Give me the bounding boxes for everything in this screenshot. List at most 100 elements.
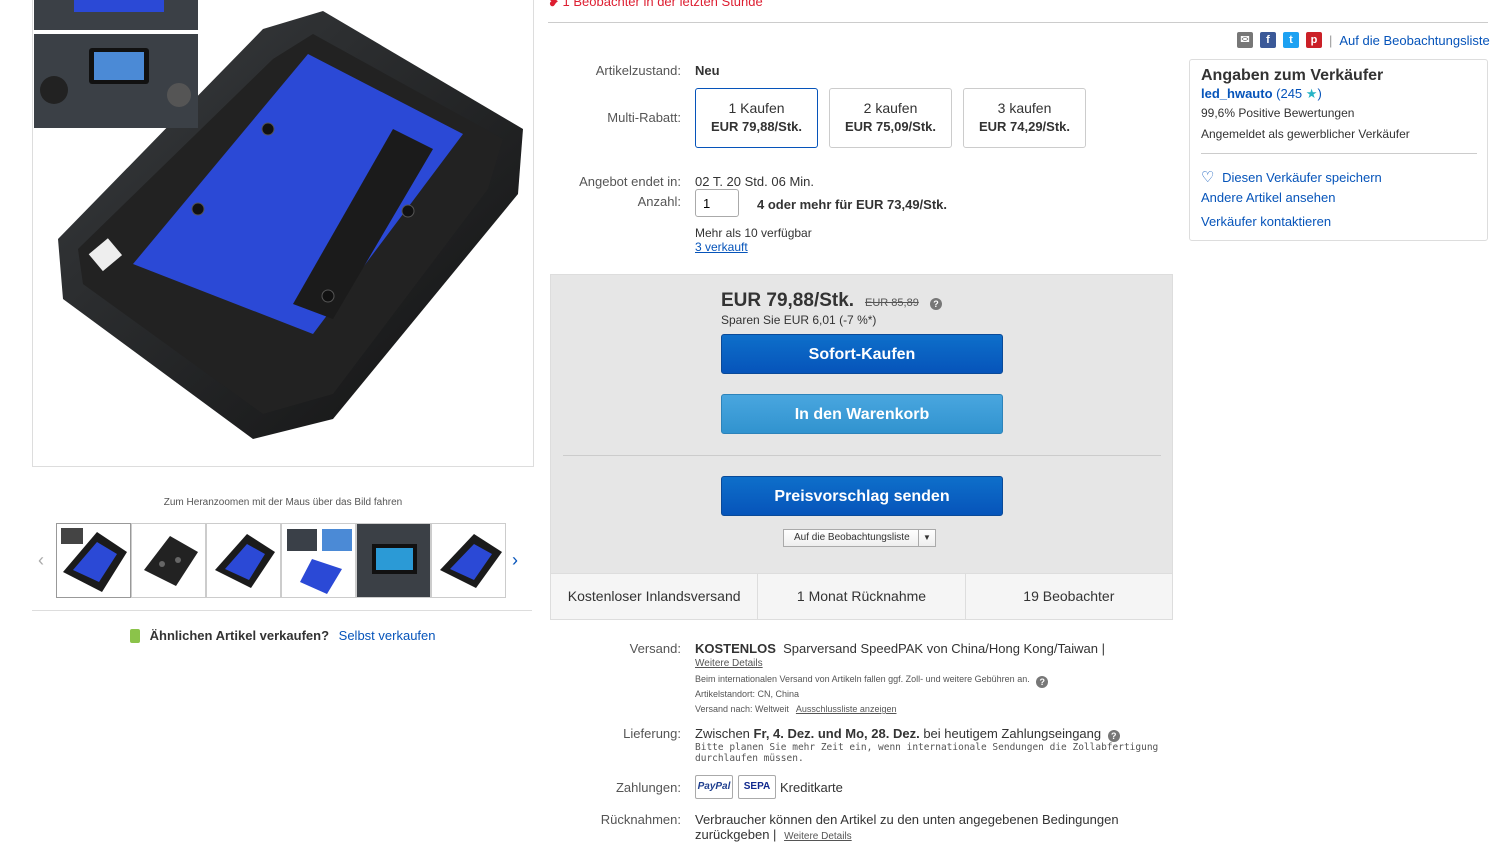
current-price: EUR 79,88/Stk. [721,290,855,311]
ships-to: Versand nach: Weltweit Ausschlussliste a… [695,704,896,714]
star-icon: ★ [1305,86,1318,101]
customs-note-line2: durchlaufen müssen. [695,753,804,764]
highlights-strip: Kostenloser Inlandsversand 1 Monat Rückn… [551,573,1172,619]
price-tag-icon [130,629,140,643]
seller-name-link[interactable]: led_hwauto [1201,86,1273,101]
contact-seller-link[interactable]: Verkäufer kontaktieren [1201,214,1331,229]
feedback-score-link[interactable]: (245 [1276,86,1302,101]
quantity-deal: 4 oder mehr für EUR 73,49/Stk. [757,197,948,212]
help-icon[interactable]: ? [1036,676,1049,688]
feedback-score-close: ) [1317,86,1322,101]
quantity-label: Anzahl: [637,194,681,209]
paypal-logo: PayPal [695,775,733,799]
thumbnail-5[interactable] [356,523,431,598]
option-qty: 2 kaufen [863,100,918,116]
save-seller-row[interactable]: ♡ Diesen Verkäufer speichern [1201,168,1382,186]
sell-similar-row: Ähnlichen Artikel verkaufen? Selbst verk… [130,628,436,643]
inset-preview-image [34,0,198,128]
condition-label: Artikelzustand: [595,63,681,78]
delivery-label: Lieferung: [623,726,681,741]
divider [563,455,1161,456]
zoom-hint: Zum Heranzoomen mit der Maus über das Bi… [163,497,403,508]
thumbnail-2[interactable] [131,523,206,598]
intl-fees-note: Beim internationalen Versand von Artikel… [695,674,1049,688]
credit-card-text: Kreditkarte [780,780,843,795]
option-qty: 3 kaufen [997,100,1052,116]
twitter-icon[interactable]: t [1283,32,1299,48]
divider [32,610,532,611]
shipping-method: Sparversand SpeedPAK von China/Hong Kong… [783,641,1105,656]
intl-fees-text: Beim internationalen Versand von Artikel… [695,674,1030,684]
thumbnails-prev-arrow[interactable]: ‹ [38,550,44,571]
add-to-watchlist-link[interactable]: Auf die Beobachtungsliste [1339,33,1489,48]
ships-to-text: Versand nach: Weltweit [695,704,789,714]
ends-label: Angebot endet in: [579,174,681,189]
help-icon[interactable]: ? [930,298,942,310]
divider [548,22,1488,23]
watchers-highlight: 19 Beobachter [1023,588,1115,604]
delivery-dates: Fr, 4. Dez. und Mo, 28. Dez. [753,726,920,741]
multi-discount-label: Multi-Rabatt: [607,110,681,125]
item-location: Artikelstandort: CN, China [695,689,800,699]
original-price: EUR 85,89 [865,297,919,309]
heart-icon: ♡ [1201,169,1215,186]
savings-text: Sparen Sie EUR 6,01 (-7 %*) [721,313,877,327]
chevron-down-icon[interactable]: ▼ [918,530,935,546]
exclusion-list-link[interactable]: Ausschlussliste anzeigen [796,704,897,714]
save-seller-link[interactable]: Diesen Verkäufer speichern [1222,170,1382,185]
fire-icon: ❥ [548,0,559,9]
multi-discount-option-3[interactable]: 3 kaufen EUR 74,29/Stk. [963,88,1086,148]
returns-line2: zurückgeben | Weitere Details [695,827,852,842]
condition-value: Neu [695,63,720,78]
buy-now-button[interactable]: Sofort-Kaufen [721,334,1003,374]
seller-name-row: led_hwauto (245 ★) [1201,86,1322,102]
divider [1201,153,1477,154]
make-offer-button[interactable]: Preisvorschlag senden [721,476,1003,516]
thumbnail-4[interactable] [281,523,356,598]
multi-discount-option-2[interactable]: 2 kaufen EUR 75,09/Stk. [829,88,952,148]
option-qty: 1 Kaufen [728,100,785,116]
shipping-label: Versand: [629,641,681,656]
thumbnails-next-arrow[interactable]: › [512,550,518,571]
free-shipping-highlight: Kostenloser Inlandsversand [551,574,759,619]
sell-question: Ähnlichen Artikel verkaufen? [149,628,330,643]
business-seller-note: Angemeldet als gewerblicher Verkäufer [1201,127,1410,141]
delivery-prefix: Zwischen [695,726,750,741]
add-to-watchlist-dropdown[interactable]: Auf die Beobachtungsliste ▼ [783,529,936,547]
shipping-details-link[interactable]: Weitere Details [695,658,763,669]
thumbnail-6[interactable] [431,523,506,598]
option-price: EUR 74,29/Stk. [978,119,1071,134]
thumbnail-1[interactable] [56,523,131,598]
multi-discount-option-1[interactable]: 1 Kaufen EUR 79,88/Stk. [695,88,818,148]
quantity-input[interactable] [695,189,739,217]
watchers-text: 1 Beobachter in der letzten Stunde [562,0,763,9]
email-icon[interactable]: ✉ [1237,32,1253,48]
share-row: ✉ f t p | Auf die Beobachtungsliste [1237,32,1490,48]
watchlist-label: Auf die Beobachtungsliste [794,532,910,543]
facebook-icon[interactable]: f [1260,32,1276,48]
payments-label: Zahlungen: [615,780,681,795]
ends-value: 02 T. 20 Std. 06 Min. [695,174,814,189]
option-price: EUR 79,88/Stk. [710,119,803,134]
seller-panel-title: Angaben zum Verkäufer [1201,67,1384,84]
pinterest-icon[interactable]: p [1306,32,1322,48]
sold-count-link[interactable]: 3 verkauft [695,240,748,254]
sell-yourself-link[interactable]: Selbst verkaufen [339,628,436,643]
seller-other-items-link[interactable]: Andere Artikel ansehen [1201,190,1335,205]
returns-line1: Verbraucher können den Artikel zu den un… [695,812,1119,827]
returns-label: Rücknahmen: [600,812,681,827]
shipping-line: KOSTENLOS Sparversand SpeedPAK von China… [695,641,1105,656]
thumbnail-3[interactable] [206,523,281,598]
add-to-cart-button[interactable]: In den Warenkorb [721,394,1003,434]
customs-note-line1: Bitte planen Sie mehr Zeit ein, wenn int… [695,742,1159,753]
sepa-logo: SEPA [738,775,776,799]
positive-feedback: 99,6% Positive Bewertungen [1201,106,1355,120]
delivery-suffix: bei heutigem Zahlungseingang [923,726,1102,741]
help-icon[interactable]: ? [1107,730,1120,742]
returns-line2-text: zurückgeben | [695,827,777,842]
option-price: EUR 75,09/Stk. [844,119,937,134]
motorbike-phone-image [34,0,198,128]
returns-highlight: 1 Monat Rücknahme [758,574,966,619]
availability-text: Mehr als 10 verfügbar [695,226,812,240]
returns-details-link[interactable]: Weitere Details [784,831,852,842]
